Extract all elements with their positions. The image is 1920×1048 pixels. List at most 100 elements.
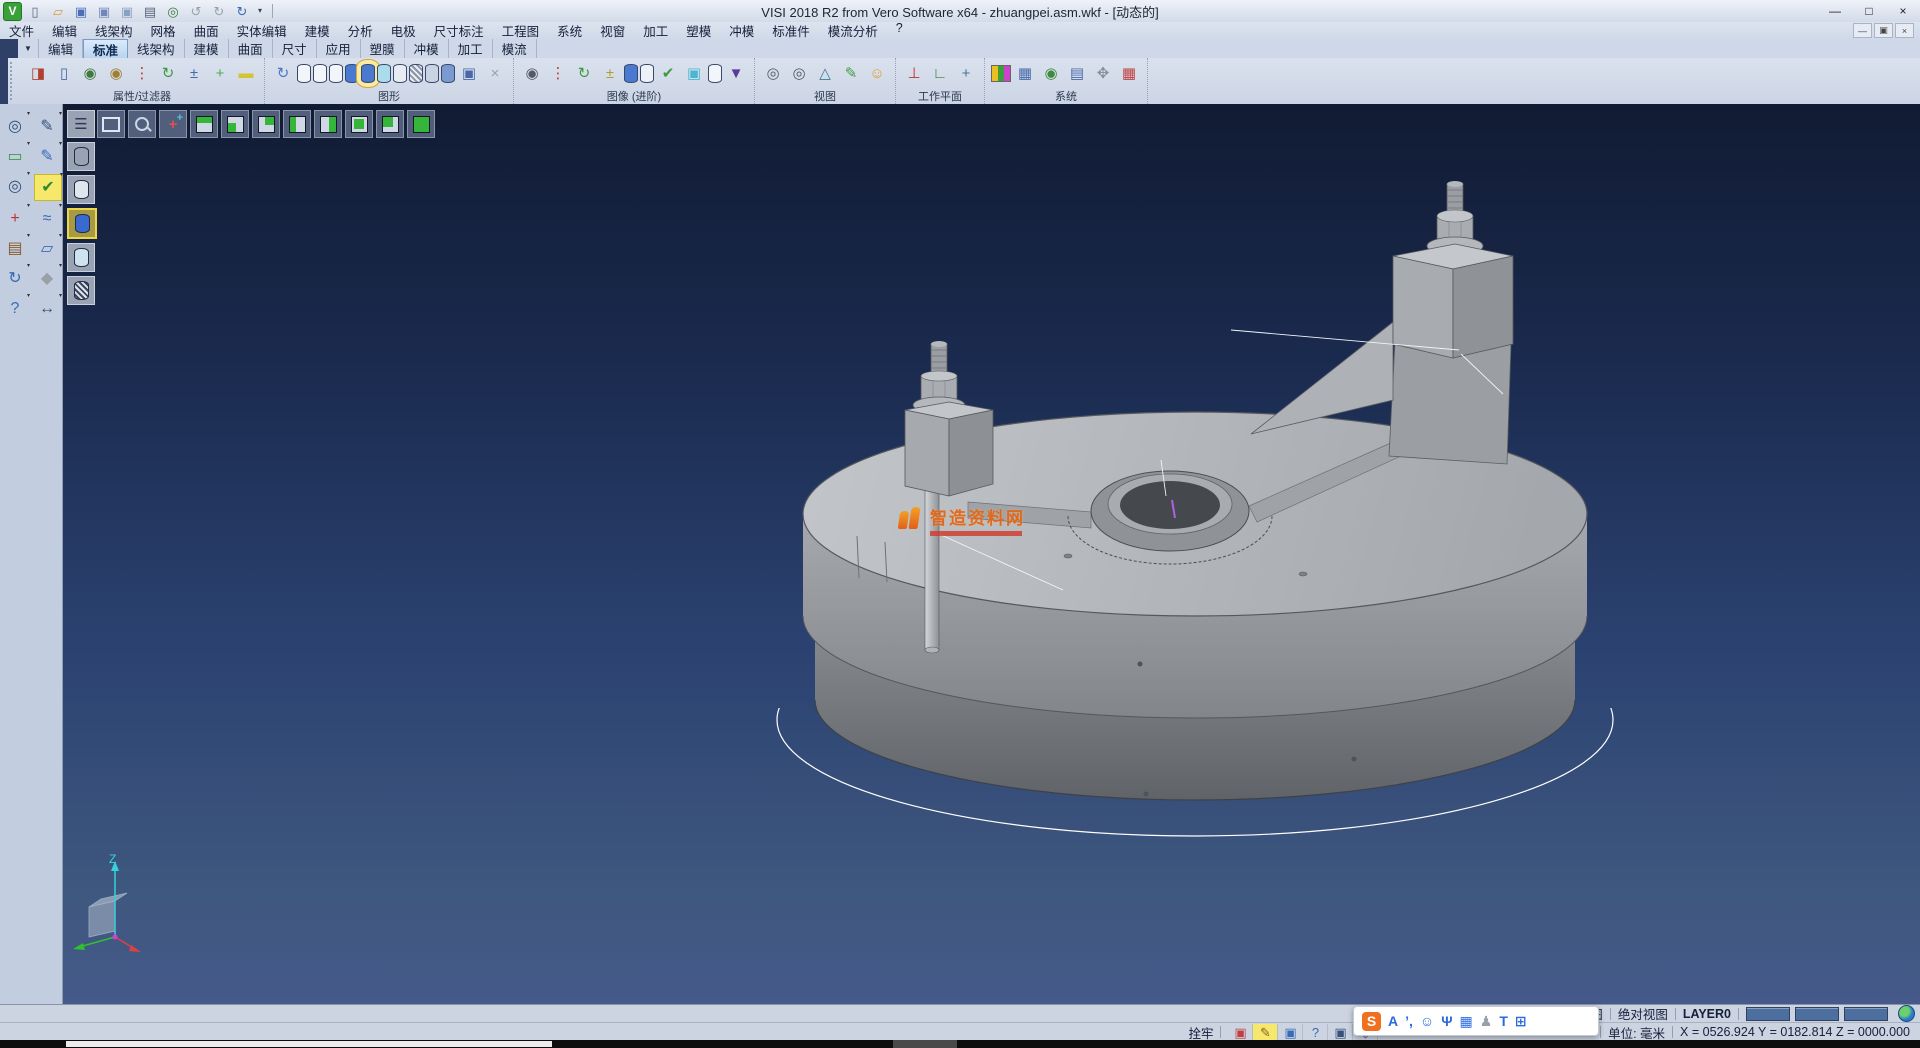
transparent-cylinder-icon[interactable] [377, 64, 391, 83]
zoom-options-icon[interactable]: ◎ [2, 114, 28, 139]
menu-item[interactable]: 尺寸标注 [425, 21, 493, 40]
wireframe-mode-icon[interactable] [67, 142, 95, 171]
render-smiley-icon[interactable]: ☺ [865, 61, 889, 87]
shaded-mode-icon[interactable] [67, 208, 97, 239]
select-hand-icon[interactable]: ✥ [1091, 61, 1115, 87]
mdi-close-button[interactable]: × [1895, 23, 1914, 38]
maximize-button[interactable]: □ [1852, 1, 1886, 21]
workplane-xy-icon[interactable]: ⊥ [902, 61, 926, 87]
view-iso-rear-icon[interactable] [376, 110, 404, 138]
hide-entities-icon[interactable]: ◉ [104, 61, 128, 87]
help-icon[interactable]: ? [2, 296, 28, 321]
ime-person-icon[interactable]: ♟ [1480, 1014, 1493, 1028]
show-all-icon[interactable]: + [208, 61, 232, 87]
view-top-icon[interactable] [190, 110, 218, 138]
globe-icon[interactable] [1898, 1005, 1915, 1022]
zoom-solid-icon[interactable]: ◎ [2, 174, 28, 199]
menu-item[interactable]: 建模 [296, 21, 339, 40]
menu-item[interactable]: 冲模 [720, 21, 763, 40]
filter-traffic-light-icon[interactable]: ⋮ [130, 61, 154, 87]
ribbon-tab[interactable]: 建模 [185, 39, 229, 58]
ribbon-tab[interactable]: 线架构 [128, 39, 185, 58]
menu-item[interactable]: 分析 [339, 21, 382, 40]
ribbon-tab[interactable]: 应用 [317, 39, 361, 58]
cylinder-box-icon[interactable] [441, 64, 455, 83]
menu-item[interactable]: 标准件 [763, 21, 819, 40]
hatched-cylinder-icon[interactable] [409, 64, 423, 83]
view-shaded-icon[interactable] [407, 110, 435, 138]
check-image-icon[interactable]: ✔ [656, 61, 680, 87]
color-swatch[interactable] [1746, 1007, 1790, 1021]
system-tools-icon[interactable]: ◉ [1039, 61, 1063, 87]
grid-red-icon[interactable]: ▦ [1117, 61, 1141, 87]
ucs-axes-icon[interactable]: + [159, 110, 187, 138]
ruler-view-icon[interactable]: △ [813, 61, 837, 87]
show-entities-icon[interactable]: ◉ [78, 61, 102, 87]
snap-settings-icon[interactable]: ▣ [1228, 1024, 1253, 1041]
status-help-icon[interactable]: ? [1303, 1024, 1328, 1041]
selection-frame-icon[interactable]: ▭ [2, 144, 28, 169]
ribbon-drag-handle[interactable] [10, 62, 18, 100]
color-swatch[interactable] [1844, 1007, 1888, 1021]
measure-icon[interactable]: ↔ [34, 296, 60, 321]
attributes-page-icon[interactable]: ▯ [52, 61, 76, 87]
hidden-line-cylinder-icon[interactable] [313, 64, 327, 83]
solid-cube-icon[interactable]: ◆ [34, 266, 60, 291]
copy-view-icon[interactable]: ▣ [457, 61, 481, 87]
chart-settings-icon[interactable]: ▦ [1013, 61, 1037, 87]
mdi-minimize-button[interactable]: — [1853, 23, 1872, 38]
image-plusminus-icon[interactable]: ± [598, 61, 622, 87]
layer-indicator[interactable]: LAYER0 [1683, 1007, 1731, 1021]
search-view-icon[interactable]: ◎ [761, 61, 785, 87]
menu-item[interactable]: 曲面 [185, 21, 228, 40]
menu-item[interactable]: 加工 [634, 21, 677, 40]
tabbar-dropdown-icon[interactable]: ▼ [18, 39, 39, 58]
menu-item[interactable]: 文件 [0, 21, 43, 40]
window-layout-icon[interactable]: ▱ [34, 236, 60, 261]
delete-view-icon[interactable]: × [483, 61, 507, 87]
traffic-light-icon[interactable]: ⋮ [546, 61, 570, 87]
ribbon-tab[interactable]: 尺寸 [273, 39, 317, 58]
toggle-filter-icon[interactable]: ± [182, 61, 206, 87]
view-back-icon[interactable] [252, 110, 280, 138]
blue-cylinder-icon[interactable] [624, 64, 638, 83]
wireframe-cylinder-icon[interactable] [297, 64, 311, 83]
ribbon-tab[interactable]: 塑膜 [361, 39, 405, 58]
pin-label[interactable]: 拴牢 [1188, 1023, 1213, 1042]
gift-box-icon[interactable]: ▣ [1278, 1024, 1303, 1041]
flat-cylinder-icon[interactable] [393, 64, 407, 83]
attributes-stack-icon[interactable]: ▤ [2, 236, 28, 261]
menu-item[interactable]: 模流分析 [819, 21, 887, 40]
ribbon-tab[interactable]: 模流 [493, 39, 537, 58]
viewport-menu-icon[interactable]: ☰ [67, 110, 95, 138]
workplane-entity-icon[interactable]: + [954, 61, 978, 87]
window-frame-icon[interactable] [97, 110, 125, 138]
ribbon-tab[interactable]: 编辑 [39, 39, 83, 58]
ribbon-tab[interactable]: 标准 [83, 39, 128, 58]
close-button[interactable]: × [1886, 1, 1920, 21]
units-label[interactable]: 单位: 毫米 [1608, 1023, 1665, 1042]
shaded-light-mode-icon[interactable] [67, 243, 95, 272]
menu-item[interactable]: 塑模 [677, 21, 720, 40]
menu-item[interactable]: ? [887, 21, 912, 40]
absolute-view-button[interactable]: 绝对视图 [1618, 1004, 1668, 1023]
hatched-mode-icon[interactable] [67, 276, 95, 305]
menu-item[interactable]: 系统 [548, 21, 591, 40]
export-box-icon[interactable]: ▣ [1328, 1024, 1353, 1041]
menu-item[interactable]: 线架构 [86, 21, 142, 40]
view-front-icon[interactable] [221, 110, 249, 138]
ime-mic-icon[interactable]: Ψ [1441, 1014, 1452, 1028]
3d-viewport[interactable]: ☰ + 智造资料网 [63, 104, 1920, 1004]
menu-item[interactable]: 实体编辑 [228, 21, 296, 40]
menu-item[interactable]: 编辑 [43, 21, 86, 40]
minimize-button[interactable]: — [1818, 1, 1852, 21]
cylinder-doc-icon[interactable] [425, 64, 439, 83]
menu-item[interactable]: 网格 [142, 21, 185, 40]
view-iso-icon[interactable] [345, 110, 373, 138]
regen-icon[interactable]: ↻ [2, 266, 28, 291]
dashed-cylinder-icon[interactable] [329, 64, 343, 83]
magnifier-icon[interactable] [128, 110, 156, 138]
sogou-logo-icon[interactable]: S [1362, 1012, 1381, 1031]
validate-icon[interactable]: ✔ [34, 174, 62, 201]
hidden-line-mode-icon[interactable] [67, 175, 95, 204]
